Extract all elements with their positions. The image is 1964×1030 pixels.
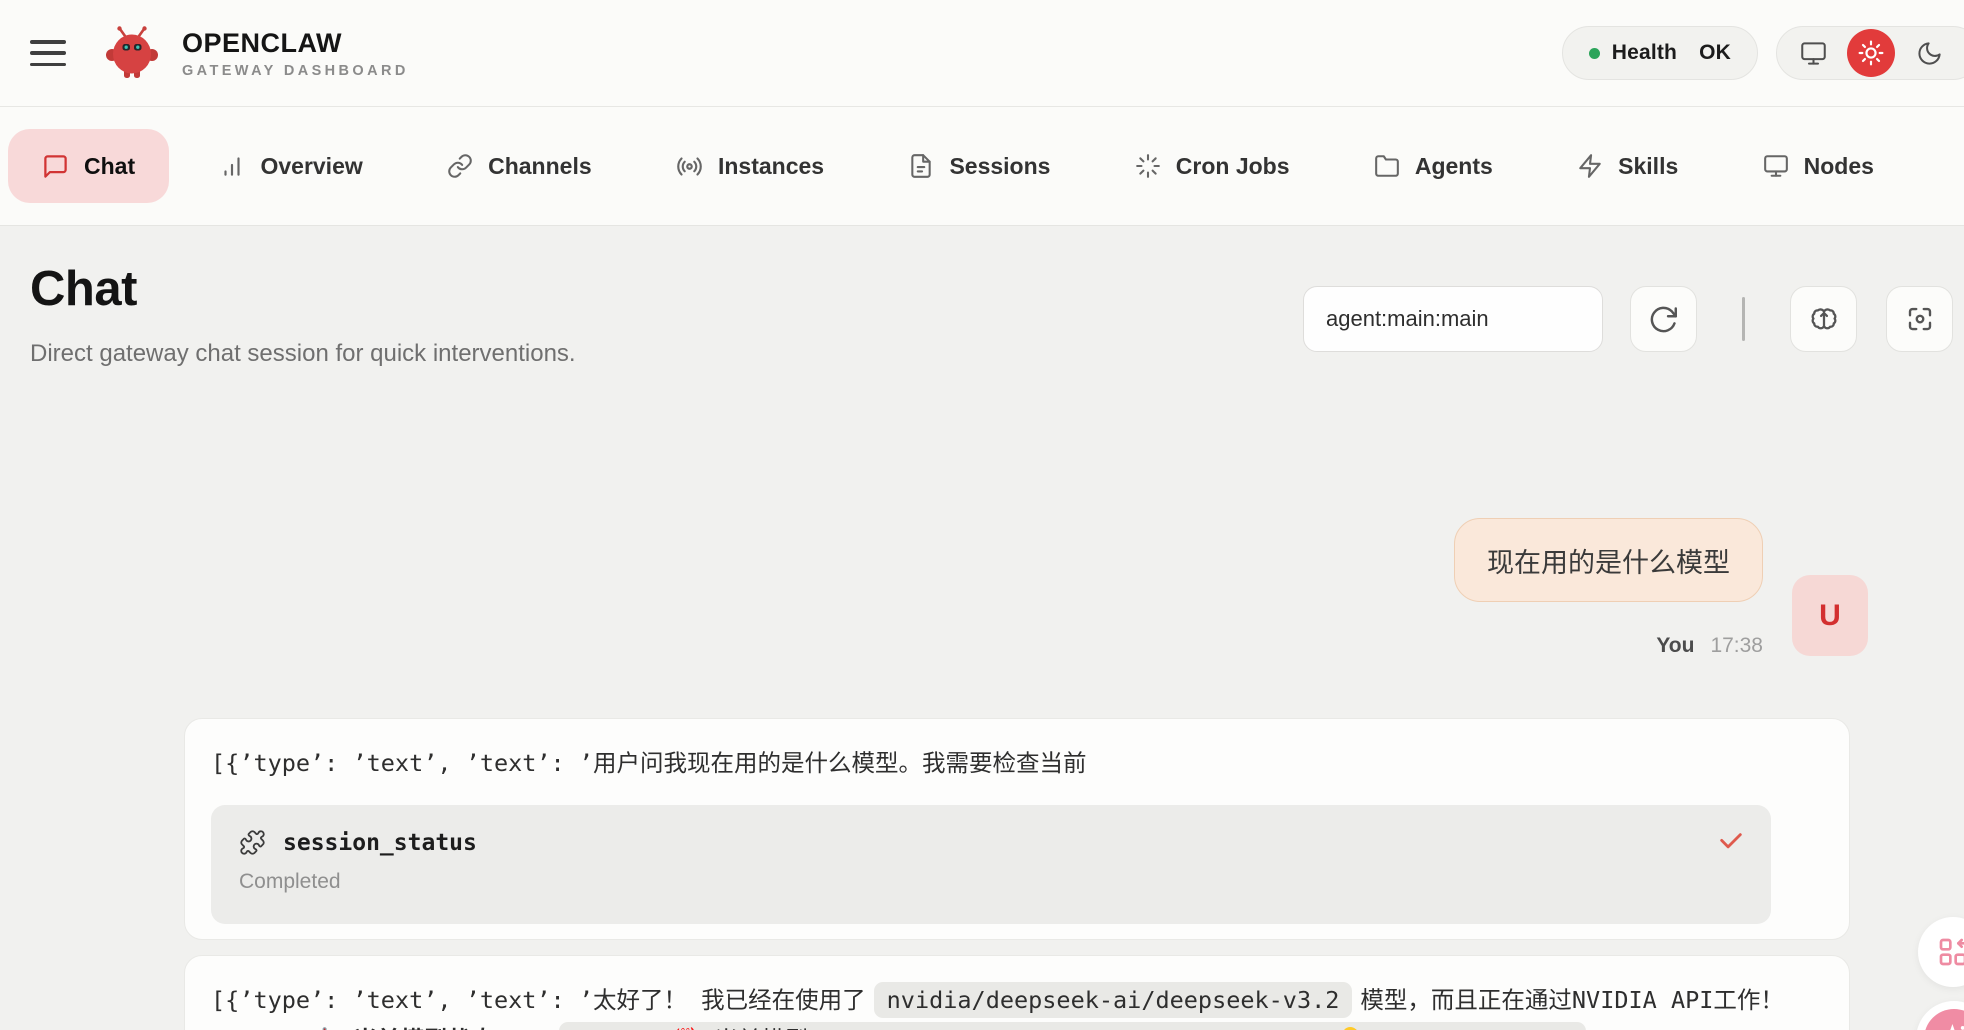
tab-chat[interactable]: Chat [8, 129, 169, 203]
folder-icon [1374, 153, 1400, 179]
tool-call-card[interactable]: session_status Completed [211, 805, 1771, 924]
health-label: Health [1612, 41, 1677, 65]
assistant-message-rich-line: [{’type’: ’text’, ’text’: ’太好了！ 我已经在使用了n… [211, 980, 1821, 1020]
zap-icon [1577, 153, 1603, 179]
focus-scan-icon [1905, 304, 1935, 334]
tab-channels[interactable]: Channels [413, 129, 626, 203]
memory-button[interactable] [1790, 286, 1857, 352]
tab-overview-label: Overview [260, 153, 362, 180]
app-header: OPENCLAW GATEWAY DASHBOARD Health OK [0, 0, 1964, 107]
page-title: Chat [30, 261, 137, 317]
tab-sessions[interactable]: Sessions [874, 129, 1084, 203]
broadcast-icon [676, 153, 703, 180]
tab-channels-label: Channels [488, 153, 592, 180]
tab-instances-label: Instances [718, 153, 824, 180]
chat-bubble-icon [42, 153, 69, 180]
tab-nodes-label: Nodes [1804, 153, 1874, 180]
assistant-message-card: [{’type’: ’text’, ’text’: ’用户问我现在用的是什么模型… [184, 718, 1850, 940]
user-avatar: U [1792, 575, 1868, 656]
moon-icon [1916, 40, 1943, 67]
message-author: You [1656, 634, 1694, 658]
health-dot-icon [1589, 48, 1600, 59]
loader-icon [1135, 153, 1161, 179]
hamburger-menu-icon[interactable] [30, 40, 66, 66]
theme-light-button[interactable] [1847, 29, 1895, 77]
bar-chart-icon [219, 153, 245, 179]
session-id-input[interactable] [1303, 286, 1603, 352]
tab-nodes[interactable]: Nodes [1729, 129, 1908, 203]
file-text-icon [908, 153, 934, 179]
puzzle-icon [239, 829, 266, 856]
panels-arrow-icon [1937, 936, 1964, 968]
tab-agents[interactable]: Agents [1340, 129, 1527, 203]
refresh-icon [1648, 304, 1679, 335]
tab-sessions-label: Sessions [949, 153, 1050, 180]
assistant-message-rich-line: \n\n## 🤖 当前模型状态\n\nyaml]\n🦞 当前模型: nvidia… [211, 1020, 1821, 1030]
tab-cron-jobs[interactable]: Cron Jobs [1101, 129, 1324, 203]
link-icon [447, 153, 473, 179]
user-message-group: 现在用的是什么模型 You 17:38 U [1454, 518, 1868, 658]
tool-name: session_status [283, 830, 477, 856]
tab-skills[interactable]: Skills [1543, 129, 1712, 203]
brain-icon [1808, 303, 1840, 335]
user-message-bubble: 现在用的是什么模型 [1454, 518, 1763, 602]
user-message-meta: You 17:38 [1656, 634, 1763, 658]
tab-overview[interactable]: Overview [185, 129, 396, 203]
assistant-message-text: [{’type’: ’text’, ’text’: ’用户问我现在用的是什么模型… [211, 743, 1821, 783]
health-status-badge: Health OK [1562, 26, 1758, 80]
theme-switcher [1776, 26, 1964, 80]
session-controls [1303, 286, 1953, 352]
health-status-value: OK [1699, 41, 1731, 65]
tab-skills-label: Skills [1618, 153, 1678, 180]
floating-assistant-button[interactable] [1916, 1001, 1964, 1030]
brand-block: OPENCLAW GATEWAY DASHBOARD [182, 28, 409, 79]
page-subtitle: Direct gateway chat session for quick in… [30, 340, 576, 368]
message-time: 17:38 [1710, 634, 1763, 658]
app-subtitle: GATEWAY DASHBOARD [182, 63, 409, 79]
check-icon [1717, 827, 1745, 855]
tool-status: Completed [239, 870, 1743, 894]
monitor-icon [1763, 153, 1789, 179]
tab-instances[interactable]: Instances [642, 129, 858, 203]
tab-chat-label: Chat [84, 153, 135, 180]
sun-icon [1858, 40, 1884, 66]
openclaw-mascot-logo [104, 26, 162, 80]
primary-nav: Chat Overview Channels Instances [0, 107, 1964, 226]
assistant-message-card: [{’type’: ’text’, ’text’: ’太好了！ 我已经在使用了n… [184, 955, 1850, 1030]
floating-panels-button[interactable] [1918, 917, 1964, 987]
theme-dark-button[interactable] [1905, 29, 1953, 77]
tab-cron-jobs-label: Cron Jobs [1176, 153, 1290, 180]
tab-agents-label: Agents [1415, 153, 1493, 180]
app-title: OPENCLAW [182, 28, 409, 59]
theme-system-button[interactable] [1789, 29, 1837, 77]
main-content: Chat Direct gateway chat session for qui… [0, 228, 1964, 1030]
monitor-icon [1800, 40, 1827, 67]
refresh-button[interactable] [1630, 286, 1697, 352]
controls-divider [1742, 297, 1745, 341]
sparkle-logo-icon [1924, 1009, 1964, 1030]
focus-button[interactable] [1886, 286, 1953, 352]
